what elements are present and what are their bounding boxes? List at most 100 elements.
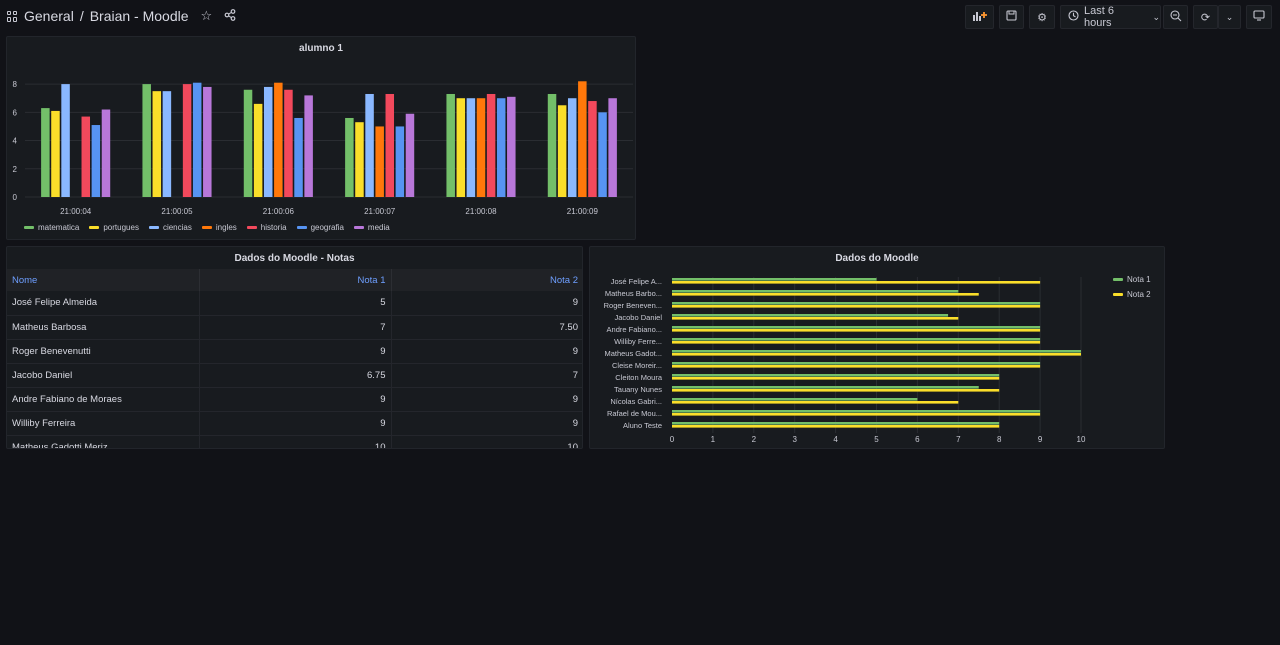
table-panel[interactable]: Dados do Moodle - Notas Nome Nota 1 Nota… <box>6 246 583 449</box>
bar-nota-2 <box>672 425 1000 428</box>
column-header-nota-1[interactable]: Nota 1 <box>199 269 392 291</box>
bar-nota-2 <box>672 365 1041 368</box>
bar-nota-1 <box>672 410 1041 413</box>
y-tick-label: 4 <box>13 137 18 146</box>
bar-ingles <box>375 126 384 197</box>
bar-portugues <box>152 91 162 197</box>
bar-ciencias <box>263 86 273 197</box>
bar-nota-1 <box>672 374 1000 377</box>
cell-nota-2: 10 <box>391 435 582 448</box>
cell-nota-2: 7 <box>391 363 582 388</box>
column-header-nota-2[interactable]: Nota 2 <box>391 269 582 291</box>
breadcrumb-dashboard[interactable]: Braian - Moodle <box>90 8 189 24</box>
x-tick-label: 21:00:04 <box>60 207 92 216</box>
hbar-chart-panel[interactable]: Dados do Moodle 0 1 2 3 4 5 6 7 8 9 10 José Felipe … <box>589 246 1165 449</box>
x-tick-label: 1 <box>711 435 716 444</box>
legend-item[interactable]: geografia <box>296 223 344 232</box>
bar-nota-2 <box>672 401 959 404</box>
refresh-interval-dropdown[interactable]: ⌄ <box>1218 5 1241 29</box>
bar-nota-1 <box>672 302 1041 305</box>
bar-nota-2 <box>672 329 1041 332</box>
legend-swatch <box>89 226 100 229</box>
y-tick-label: Cleise Moreir... <box>612 361 662 370</box>
bar-nota-2 <box>672 353 1081 356</box>
settings-button[interactable]: ⚙ <box>1029 5 1055 29</box>
column-header-nome[interactable]: Nome <box>7 269 200 291</box>
y-tick-label: 6 <box>13 108 18 117</box>
legend-swatch <box>24 226 34 229</box>
x-tick-label: 10 <box>1077 435 1086 444</box>
panel-title: Dados do Moodle - Notas <box>234 253 355 264</box>
bar-nota-1 <box>672 350 1081 353</box>
bar-nota-1 <box>672 398 918 401</box>
add-panel-button[interactable] <box>965 5 994 29</box>
settings-icon: ⚙ <box>1037 11 1047 24</box>
bar-portugues <box>355 122 364 197</box>
x-tick-label: 21:00:07 <box>364 207 396 216</box>
cell-nome: José Felipe Almeida <box>7 291 200 316</box>
cell-nota-2: 9 <box>391 411 582 436</box>
bar-chart-panel[interactable]: alumno 1 0 2 4 6 8 21:00:04 21:00:05 21:00:06 21… <box>6 36 636 240</box>
legend-label: Nota 2 <box>1127 290 1151 299</box>
legend-item[interactable]: historia <box>246 223 287 232</box>
bar-matematica <box>41 108 50 197</box>
breadcrumb-folder[interactable]: General <box>24 8 74 24</box>
tv-mode-button[interactable] <box>1246 5 1272 29</box>
cell-nota-1: 9 <box>199 411 392 436</box>
cell-nota-2: 7.50 <box>391 315 582 340</box>
refresh-button[interactable]: ⟳ <box>1193 5 1218 29</box>
legend-item[interactable]: ciencias <box>148 223 192 232</box>
zoom-out-button[interactable] <box>1163 5 1188 29</box>
bar-nota-1 <box>672 422 1000 425</box>
x-tick-label: 21:00:08 <box>465 207 497 216</box>
bar-geografia <box>91 125 101 197</box>
legend-label: media <box>367 223 390 232</box>
x-tick-label: 21:00:06 <box>263 207 295 216</box>
legend-label: historia <box>260 223 287 232</box>
table-row: Matheus Gadotti Meriz 10 10 <box>7 435 582 448</box>
time-range-picker[interactable]: Last 6 hours ⌄ <box>1060 5 1161 29</box>
bar-historia <box>81 116 91 197</box>
x-tick-label: 3 <box>792 435 797 444</box>
bar-nota-2 <box>672 413 1041 416</box>
bar-historia <box>284 89 293 197</box>
bar-portugues <box>557 105 567 197</box>
y-tick-label: José Felipe A... <box>611 277 662 286</box>
x-tick-label: 6 <box>915 435 920 444</box>
bar-nota-2 <box>672 293 979 296</box>
bar-nota-1 <box>672 278 877 281</box>
legend-label: matematica <box>38 223 80 232</box>
bar-nota-1 <box>672 290 959 293</box>
legend-item[interactable]: ingles <box>201 223 237 232</box>
legend-swatch <box>201 226 212 229</box>
bar-matematica <box>446 93 455 197</box>
y-tick-label: 2 <box>13 165 18 174</box>
bar-ciencias <box>567 98 577 197</box>
bar-ciencias <box>61 84 70 197</box>
y-tick-label: Jacobo Daniel <box>614 313 662 322</box>
legend-swatch <box>246 226 257 229</box>
bar-nota-1 <box>672 314 949 317</box>
cell-nome: Andre Fabiano de Moraes <box>7 387 200 412</box>
zoom-out-icon <box>1169 9 1182 25</box>
legend-item[interactable]: media <box>353 223 390 232</box>
legend-item[interactable]: portugues <box>89 223 139 232</box>
share-icon[interactable] <box>224 8 236 24</box>
bar-historia <box>182 84 192 197</box>
cell-nome: Matheus Barbosa <box>7 315 200 340</box>
cell-nome: Jacobo Daniel <box>7 363 200 388</box>
bar-geografia <box>496 98 506 197</box>
star-icon[interactable]: ☆ <box>201 8 213 24</box>
bar-geografia <box>192 82 202 197</box>
x-tick-label: 9 <box>1038 435 1043 444</box>
legend-label: Nota 1 <box>1127 275 1151 284</box>
apps-icon[interactable] <box>7 10 18 22</box>
x-tick-label: 4 <box>833 435 838 444</box>
bar-matematica <box>547 93 557 197</box>
hbar-chart: 0 1 2 3 4 5 6 7 8 9 10 José Felipe A... Matheus Barb… <box>604 275 1151 444</box>
y-tick-label: Aluno Teste <box>623 421 662 430</box>
save-dashboard-button[interactable] <box>999 5 1024 29</box>
save-icon <box>1006 10 1017 24</box>
cell-nome: Williby Ferreira <box>7 411 200 436</box>
legend-item[interactable]: matematica <box>24 223 79 232</box>
